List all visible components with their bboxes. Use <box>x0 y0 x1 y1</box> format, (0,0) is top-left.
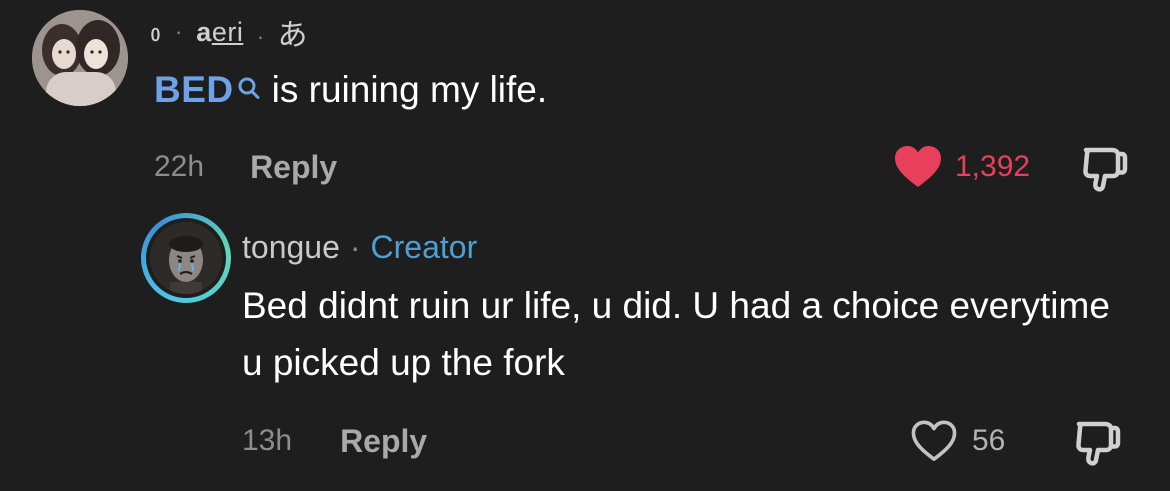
avatar-image <box>150 222 222 294</box>
reply-header: tongue · Creator <box>242 225 477 269</box>
reply-username[interactable]: tongue <box>242 229 340 266</box>
username-suffix: あ <box>277 19 308 52</box>
dislike-button[interactable] <box>1078 140 1132 194</box>
ribbon-glyph: ᲂ <box>150 19 161 47</box>
avatar[interactable] <box>32 10 128 106</box>
username-underlined: eri <box>211 16 244 47</box>
avatar-ring-gap <box>146 218 226 298</box>
thumbs-down-icon <box>1076 421 1121 466</box>
reply-meta: 13h Reply <box>242 416 427 466</box>
reply-time: 13h <box>242 424 293 457</box>
username-main: a <box>196 16 212 47</box>
like-button[interactable]: 56 <box>910 414 1005 468</box>
reply-button[interactable]: Reply <box>340 423 427 460</box>
creator-badge: Creator <box>370 228 478 265</box>
dislike-button[interactable] <box>1071 414 1125 468</box>
avatar-image <box>32 10 128 106</box>
like-button[interactable]: 1,392 <box>893 140 1030 194</box>
username-text: aeri <box>196 17 243 48</box>
comment-body: is ruining my life. <box>271 69 548 110</box>
comment-meta: 22h Reply <box>154 142 337 192</box>
like-count: 1,392 <box>955 150 1031 183</box>
separator-dot: · <box>349 228 361 265</box>
thumbs-down-icon <box>1083 147 1128 192</box>
username-dot: · <box>174 19 183 44</box>
comment-username[interactable]: ᲂ · aeri . あ <box>150 12 308 53</box>
like-count: 56 <box>972 424 1006 457</box>
username-dot-2: . <box>257 19 264 44</box>
comment-text: BED is ruining my life. <box>154 64 547 116</box>
hashtag-link[interactable]: BED <box>154 64 234 116</box>
heart-filled-icon <box>895 146 941 187</box>
comment-item: ᲂ · aeri . あ BED is ruining my life. 22h… <box>0 0 1170 210</box>
reply-button[interactable]: Reply <box>250 149 337 186</box>
avatar <box>150 222 222 294</box>
search-icon[interactable] <box>236 64 262 99</box>
comment-time: 22h <box>154 150 205 183</box>
creator-avatar[interactable] <box>141 213 231 303</box>
heart-outline-icon <box>911 420 957 461</box>
reply-body: Bed didnt ruin ur life, u did. U had a c… <box>242 285 1110 383</box>
